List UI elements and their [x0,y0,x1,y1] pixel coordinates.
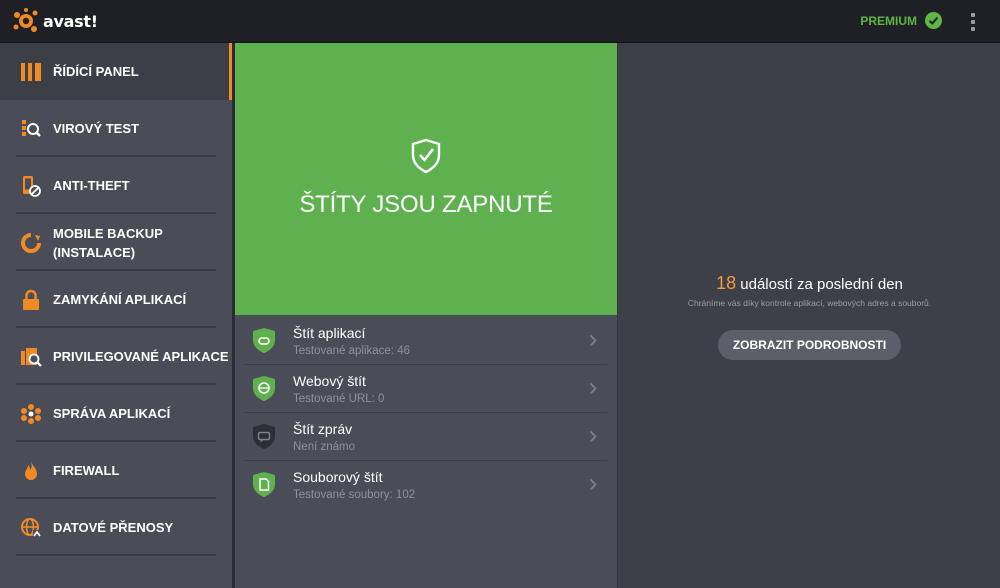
chevron-right-icon [589,334,597,347]
avast-logo: avast! [12,6,98,36]
events-subtitle: Chráníme vás díky kontrole aplikací, web… [687,298,932,308]
anti-theft-icon [20,175,42,197]
shield-row-web[interactable]: Webový štít Testované URL: 0 [243,365,607,413]
message-shield-icon [253,424,275,449]
sidebar-item-label: FIREWALL [53,463,120,478]
sidebar: ŘÍDÍCÍ PANEL VIROVÝ TEST ANTI-THEFT MOBI… [0,43,232,588]
sidebar-item-label: ŘÍDÍCÍ PANEL [53,64,139,79]
shields-list: Štít aplikací Testované aplikace: 46 Web… [235,315,617,588]
shield-status: Testované aplikace: 46 [293,345,410,357]
shield-status: Není známo [293,441,356,453]
premium-label: PREMIUM [860,13,917,28]
app-manager-icon [20,403,42,425]
app-shield-icon [253,328,275,353]
sidebar-item-anti-theft[interactable]: ANTI-THEFT [0,157,232,214]
events-panel: 18 událostí za poslední den Chráníme vás… [617,43,1000,588]
sidebar-item-label: SPRÁVA APLIKACÍ [53,406,171,421]
avast-logo-icon [13,8,38,32]
shield-name: Webový štít [293,373,366,389]
data-transfer-icon [20,517,42,539]
shields-on-title: ŠTÍTY JSOU ZAPNUTÉ [299,191,553,218]
shield-row-file[interactable]: Souborový štít Testované soubory: 102 [243,461,607,509]
sidebar-item-label: ZAMYKÁNÍ APLIKACÍ [53,292,187,307]
sidebar-item-data-transfers[interactable]: DATOVÉ PŘENOSY [0,499,232,556]
sidebar-item-label: MOBILE BACKUP (INSTALACE) [53,224,163,262]
events-text: událostí za poslední den [740,276,903,293]
privileged-apps-icon [20,346,42,368]
premium-status[interactable]: PREMIUM [860,12,942,29]
chevron-right-icon [589,478,597,491]
scan-icon [20,118,42,140]
sidebar-item-virus-scan[interactable]: VIROVÝ TEST [0,100,232,157]
chevron-right-icon [589,382,597,395]
shield-status: Testované soubory: 102 [293,489,416,501]
shield-row-message[interactable]: Štít zpráv Není známo [243,413,607,461]
show-details-button[interactable]: ZOBRAZIT PODROBNOSTI [718,330,901,360]
sidebar-item-label: VIROVÝ TEST [53,121,139,136]
shield-name: Štít zpráv [293,421,353,437]
sidebar-item-mobile-backup[interactable]: MOBILE BACKUP (INSTALACE) [0,214,232,271]
backup-icon [20,232,42,254]
sidebar-item-label: ANTI-THEFT [53,178,130,193]
logo-text: avast! [43,11,98,31]
sidebar-item-app-lock[interactable]: ZAMYKÁNÍ APLIKACÍ [0,271,232,328]
shield-name: Štít aplikací [293,325,366,341]
sidebar-item-app-manager[interactable]: SPRÁVA APLIKACÍ [0,385,232,442]
sidebar-item-label-line1: MOBILE BACKUP [53,225,163,241]
sidebar-item-privileged-apps[interactable]: PRIVILEGOVANÉ APLIKACE [0,328,232,385]
sidebar-item-label: PRIVILEGOVANÉ APLIKACE [53,349,229,364]
events-count: 18 [716,273,737,293]
web-shield-icon [253,376,275,401]
top-bar: avast! PREMIUM [0,0,1000,43]
sidebar-item-label-line2: (INSTALACE) [53,244,136,260]
check-circle-icon [925,12,942,29]
shield-row-app[interactable]: Štít aplikací Testované aplikace: 46 [243,317,607,365]
sidebar-item-label: DATOVÉ PŘENOSY [53,520,174,535]
events-summary: 18 událostí za poslední den [618,273,1000,294]
shield-check-icon [411,138,441,174]
shield-status: Testované URL: 0 [293,393,385,405]
firewall-icon [20,460,42,482]
overflow-menu-icon[interactable] [966,12,980,32]
dashboard-icon [20,61,42,83]
file-shield-icon [253,472,275,497]
sidebar-item-dashboard[interactable]: ŘÍDÍCÍ PANEL [0,43,232,100]
lock-icon [20,289,42,311]
chevron-right-icon [589,430,597,443]
sidebar-item-firewall[interactable]: FIREWALL [0,442,232,499]
shield-name: Souborový štít [293,469,383,485]
shield-status-banner[interactable]: ŠTÍTY JSOU ZAPNUTÉ [235,43,617,315]
